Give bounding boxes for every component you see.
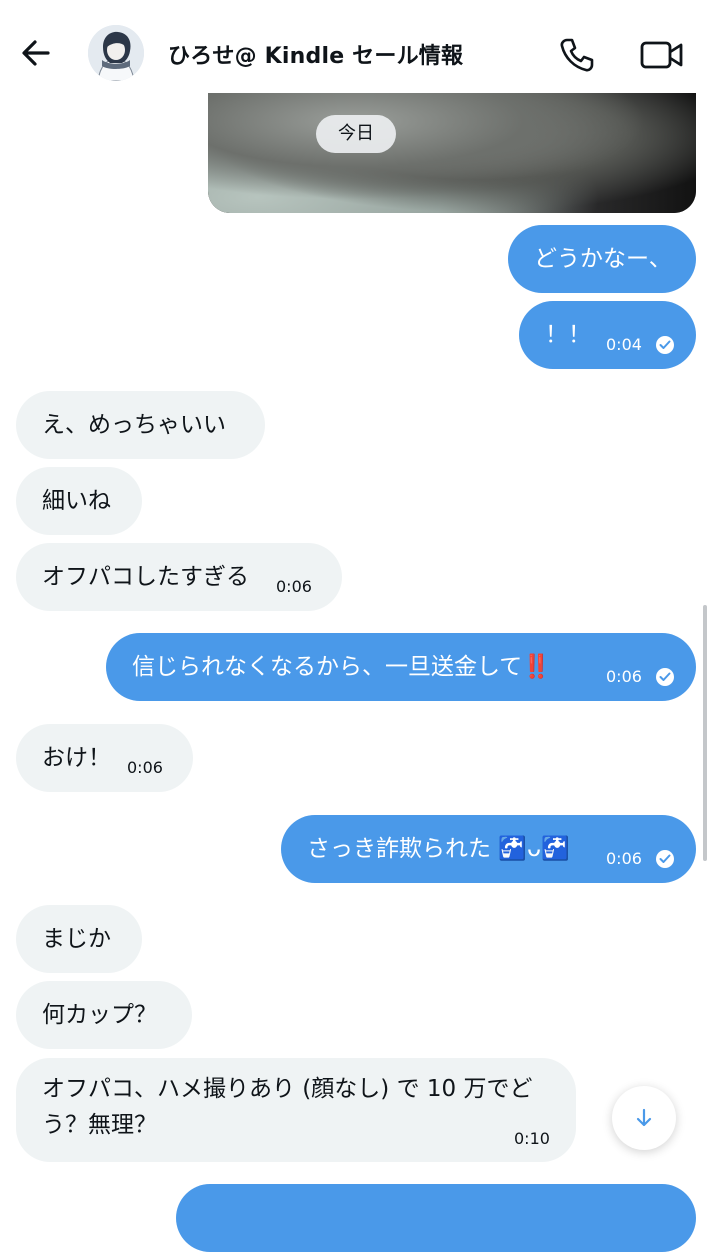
message-text: 細いね xyxy=(42,488,111,514)
video-call-button[interactable] xyxy=(640,38,684,72)
message-text: 信じられなくなるから、一旦送金して‼️ xyxy=(132,654,551,680)
message-bubble[interactable] xyxy=(176,1184,696,1252)
message-text-line: う？無理？ xyxy=(42,1112,157,1138)
scroll-to-bottom-button[interactable] xyxy=(612,1086,676,1150)
message-time: 0:04 xyxy=(606,335,642,354)
back-button[interactable] xyxy=(16,32,56,72)
message-bubble[interactable]: オフパコ、ハメ撮りあり (顔なし) で 10 万でど う？無理？ 0:10 xyxy=(16,1058,576,1162)
arrow-down-icon xyxy=(636,1108,652,1127)
message-time: 0:06 xyxy=(606,849,642,868)
message-text: え、めっちゃいい xyxy=(42,412,226,438)
call-button[interactable] xyxy=(558,36,596,74)
message-text: 何カップ？ xyxy=(42,1002,157,1028)
message-bubble[interactable]: さっき詐欺られた 🚰ᴗ🚰 0:06 xyxy=(281,815,696,883)
conversation-header: ひろせ@ Kindle セール情報 xyxy=(0,0,712,93)
message-bubble[interactable]: おけ！ 0:06 xyxy=(16,724,193,792)
message-time: 0:06 xyxy=(127,758,163,777)
message-time: 0:10 xyxy=(514,1129,550,1148)
message-text: おけ！ xyxy=(42,745,111,771)
message-bubble[interactable]: 信じられなくなるから、一旦送金して‼️ 0:06 xyxy=(106,633,696,701)
read-receipt-icon xyxy=(656,336,674,354)
message-bubble[interactable]: オフパコしたすぎる 0:06 xyxy=(16,543,342,611)
message-text: どうかなー、 xyxy=(534,246,672,272)
video-camera-icon xyxy=(640,41,683,69)
scrollbar[interactable] xyxy=(703,605,707,861)
message-text: ！！ xyxy=(545,322,591,348)
contact-name[interactable]: ひろせ@ Kindle セール情報 xyxy=(168,38,463,70)
message-text: オフパコしたすぎる xyxy=(42,564,249,590)
message-bubble[interactable]: 何カップ？ xyxy=(16,981,192,1049)
message-bubble[interactable]: え、めっちゃいい xyxy=(16,391,265,459)
message-bubble[interactable]: どうかなー、 xyxy=(508,225,696,293)
message-bubble[interactable]: まじか xyxy=(16,905,142,973)
message-time: 0:06 xyxy=(606,667,642,686)
avatar[interactable] xyxy=(88,25,144,81)
read-receipt-icon xyxy=(656,668,674,686)
message-bubble[interactable]: 細いね xyxy=(16,467,142,535)
arrow-left-icon xyxy=(22,40,50,66)
phone-icon xyxy=(560,38,594,72)
read-receipt-icon xyxy=(656,850,674,868)
message-text: さっき詐欺られた 🚰ᴗ🚰 xyxy=(307,836,570,862)
message-text: まじか xyxy=(42,926,111,952)
message-time: 0:06 xyxy=(276,577,312,596)
message-bubble[interactable]: ！！ 0:04 xyxy=(519,301,696,369)
message-text-line: オフパコ、ハメ撮りあり (顔なし) で 10 万でど xyxy=(42,1076,533,1102)
date-separator: 今日 xyxy=(316,115,396,153)
